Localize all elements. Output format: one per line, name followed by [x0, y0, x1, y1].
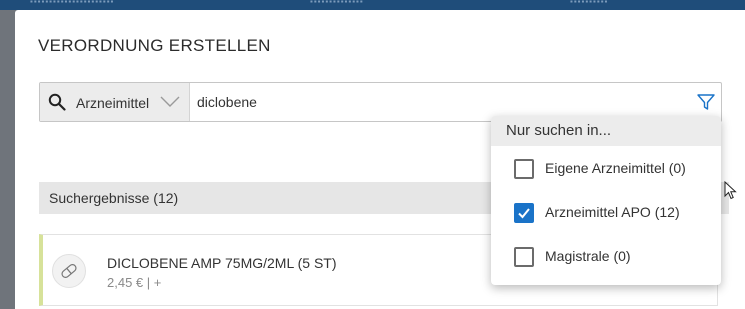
filter-checkbox-apo[interactable]: [514, 203, 534, 223]
filter-dropdown: Nur suchen in... Eigene Arzneimittel (0)…: [491, 116, 721, 285]
pill-icon: [61, 264, 77, 278]
filter-icon[interactable]: [696, 92, 716, 112]
result-price: 2,45 € | +: [107, 275, 162, 290]
search-icon: [48, 93, 66, 111]
filter-checkbox-magistrale[interactable]: [514, 247, 534, 267]
checkmark-icon: [518, 208, 530, 219]
search-type-label: Arzneimittel: [76, 95, 150, 111]
filter-option-apo[interactable]: Arzneimittel APO (12): [491, 196, 721, 230]
filter-option-magistrale[interactable]: Magistrale (0): [491, 240, 721, 274]
topbar-text: ▪▪▪▪▪▪▪▪▪▪▪▪▪▪▪▪▪▪▪▪▪▪: [30, 0, 115, 6]
filter-option-label: Arzneimittel APO (12): [545, 204, 680, 220]
search-input[interactable]: [197, 92, 637, 112]
filter-dropdown-header: Nur suchen in...: [491, 116, 721, 146]
result-name: DICLOBENE AMP 75MG/2ML (5 ST): [107, 255, 337, 271]
mouse-cursor-icon: [724, 181, 737, 200]
modal-title: VERORDNUNG ERSTELLEN: [38, 36, 271, 55]
filter-dropdown-title: Nur suchen in...: [506, 122, 612, 139]
results-header-label: Suchergebnisse (12): [49, 190, 179, 206]
search-type-select[interactable]: Arzneimittel: [40, 83, 190, 121]
filter-checkbox-eigene[interactable]: [514, 159, 534, 179]
chevron-down-icon: [160, 96, 180, 107]
app-topbar: ▪▪▪▪▪▪▪▪▪▪▪▪▪▪▪▪▪▪▪▪▪▪ ▪▪▪▪▪▪▪▪▪▪▪▪▪▪ ▪▪…: [0, 0, 745, 10]
topbar-text: ▪▪▪▪▪▪▪▪▪▪: [570, 0, 609, 6]
topbar-text: ▪▪▪▪▪▪▪▪▪▪▪▪▪▪: [310, 0, 364, 6]
filter-option-eigene[interactable]: Eigene Arzneimittel (0): [491, 152, 721, 186]
filter-option-label: Magistrale (0): [545, 248, 631, 264]
result-icon-wrap: [52, 254, 86, 288]
filter-option-label: Eigene Arzneimittel (0): [545, 160, 686, 176]
